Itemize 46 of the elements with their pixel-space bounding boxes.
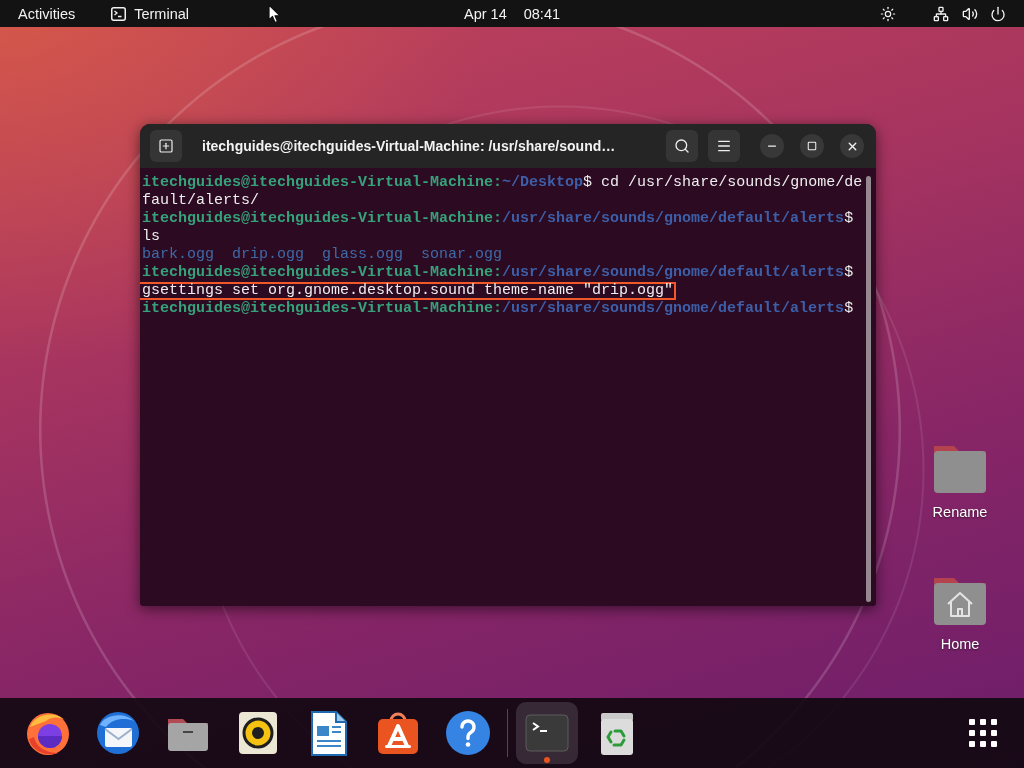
highlighted-command: gsettings set org.gnome.desktop.sound theme-name "drip.ogg" <box>140 282 677 300</box>
help-icon <box>444 709 492 757</box>
prompt-path: ~/Desktop <box>502 174 584 191</box>
volume-icon[interactable] <box>962 5 978 22</box>
desktop-icon-label[interactable]: Rename <box>932 504 988 520</box>
command-text: fault/alerts/ <box>142 192 260 209</box>
plus-square-icon <box>158 138 174 154</box>
minimize-button[interactable] <box>760 134 784 158</box>
search-button[interactable] <box>666 130 698 162</box>
clock-button[interactable]: Apr 14 08:41 <box>464 2 560 25</box>
command-text: ls <box>142 228 160 245</box>
terminal-icon <box>111 6 127 21</box>
scrollbar-thumb[interactable] <box>866 176 872 602</box>
new-tab-button[interactable] <box>150 130 182 162</box>
close-button[interactable] <box>840 134 864 158</box>
prompt-symbol: $ <box>844 210 854 227</box>
network-icon[interactable] <box>933 5 949 22</box>
prompt-user: itechguides@itechguides-Virtual-Machine: <box>142 210 503 227</box>
mail-icon <box>94 709 142 757</box>
desktop-icon-label[interactable]: Home <box>940 636 980 652</box>
menu-button[interactable] <box>708 130 740 162</box>
file-name: bark.ogg <box>142 246 214 263</box>
prompt-symbol: $ <box>844 300 854 317</box>
prompt-user: itechguides@itechguides-Virtual-Machine: <box>142 264 503 281</box>
command-text: cd /usr/share/sounds/gnome/de <box>601 174 863 191</box>
app-menu-button[interactable]: Terminal <box>111 2 189 25</box>
sun-icon[interactable] <box>880 5 896 22</box>
prompt-path: /usr/share/sounds/gnome/default/alerts <box>502 300 845 317</box>
prompt-symbol: $ <box>844 264 854 281</box>
file-name: drip.ogg <box>232 246 305 263</box>
prompt-symbol: $ <box>583 174 593 191</box>
power-icon[interactable] <box>990 5 1006 22</box>
mouse-pointer-icon <box>268 4 282 24</box>
window-title: itechguides@itechguides-Virtual-Machine: /usr/share/sound… <box>202 138 617 154</box>
maximize-icon <box>807 141 817 151</box>
prompt-user: itechguides@itechguides-Virtual-Machine: <box>142 174 503 191</box>
prompt-path: /usr/share/sounds/gnome/default/alerts <box>502 264 845 281</box>
search-icon <box>674 138 690 154</box>
prompt-user: itechguides@itechguides-Virtual-Machine: <box>142 300 503 317</box>
app-grid-icon <box>967 717 999 749</box>
menu-icon <box>716 138 732 154</box>
maximize-button[interactable] <box>800 134 824 158</box>
file-name: glass.ogg <box>322 246 404 263</box>
activities-button[interactable]: Activities <box>18 2 76 25</box>
file-name: sonar.ogg <box>421 246 503 263</box>
prompt-path: /usr/share/sounds/gnome/default/alerts <box>502 210 845 227</box>
